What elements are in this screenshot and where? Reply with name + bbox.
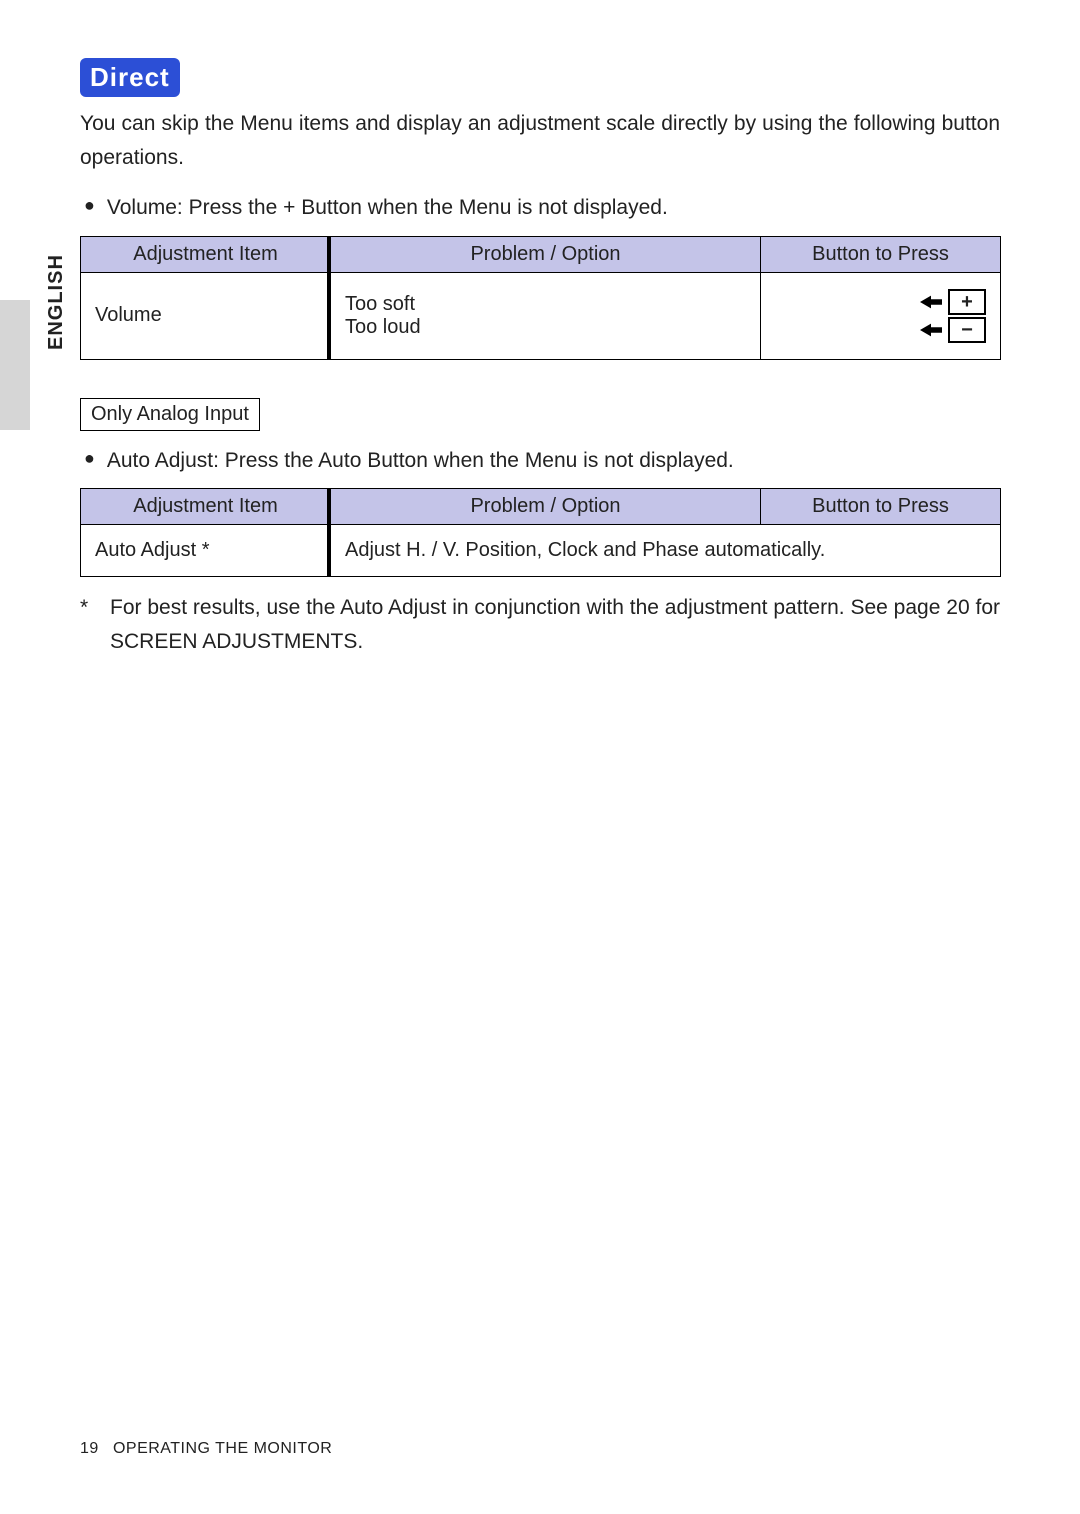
table-row: Volume Too soft Too loud + xyxy=(81,272,1001,359)
direct-badge: Direct xyxy=(80,58,180,97)
analog-input-box: Only Analog Input xyxy=(80,398,260,431)
table-row: Auto Adjust * Adjust H. / V. Position, C… xyxy=(81,525,1001,577)
bullet-auto-text: Auto Adjust: Press the Auto Button when … xyxy=(107,445,734,477)
minus-button-icon: − xyxy=(948,317,986,343)
bullet-volume-text: Volume: Press the + Button when the Menu… xyxy=(107,192,668,224)
problem-line-2: Too loud xyxy=(345,316,746,339)
cell-item: Volume xyxy=(81,272,331,359)
footnote-symbol: * xyxy=(80,591,110,658)
arrow-left-icon xyxy=(920,321,942,339)
footnote: * For best results, use the Auto Adjust … xyxy=(80,591,1000,658)
arrow-left-icon xyxy=(920,293,942,311)
cell-problem: Too soft Too loud xyxy=(331,272,761,359)
page: ENGLISH Direct You can skip the Menu ite… xyxy=(0,0,1080,1514)
cell-problem: Adjust H. / V. Position, Clock and Phase… xyxy=(331,525,1001,577)
th-problem-option: Problem / Option xyxy=(331,489,761,525)
table-header-row: Adjustment Item Problem / Option Button … xyxy=(81,236,1001,272)
button-minus-row: − xyxy=(775,317,986,343)
cell-item: Auto Adjust * xyxy=(81,525,331,577)
th-problem-option: Problem / Option xyxy=(331,236,761,272)
table-header-row: Adjustment Item Problem / Option Button … xyxy=(81,489,1001,525)
bullet-icon: ● xyxy=(84,449,95,467)
language-tab xyxy=(0,300,30,430)
th-button-to-press: Button to Press xyxy=(761,236,1001,272)
page-number: 19 xyxy=(80,1440,108,1458)
problem-line-1: Too soft xyxy=(345,293,746,316)
plus-button-icon: + xyxy=(948,289,986,315)
bullet-volume: ● Volume: Press the + Button when the Me… xyxy=(80,192,1000,224)
th-adjustment-item: Adjustment Item xyxy=(81,489,331,525)
th-adjustment-item: Adjustment Item xyxy=(81,236,331,272)
footnote-text: For best results, use the Auto Adjust in… xyxy=(110,591,1000,658)
bullet-icon: ● xyxy=(84,196,95,214)
intro-text: You can skip the Menu items and display … xyxy=(80,107,1000,174)
bullet-auto-adjust: ● Auto Adjust: Press the Auto Button whe… xyxy=(80,445,1000,477)
footer-section-title: OPERATING THE MONITOR xyxy=(113,1440,332,1457)
button-plus-row: + xyxy=(775,289,986,315)
auto-adjust-table: Adjustment Item Problem / Option Button … xyxy=(80,488,1001,577)
page-content: Direct You can skip the Menu items and d… xyxy=(80,58,1000,658)
th-button-to-press: Button to Press xyxy=(761,489,1001,525)
cell-button: + − xyxy=(761,272,1001,359)
language-tab-label: ENGLISH xyxy=(45,254,68,350)
volume-table: Adjustment Item Problem / Option Button … xyxy=(80,236,1001,360)
page-footer: 19 OPERATING THE MONITOR xyxy=(80,1440,332,1458)
